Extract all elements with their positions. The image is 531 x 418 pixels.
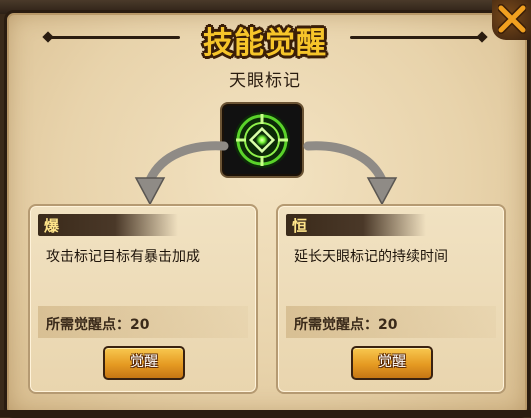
requirement-strip: 所需觉醒点：20	[286, 306, 496, 338]
awaken-option-duration: 恒 延长天眼标记的持续时间 所需觉醒点：20 觉醒	[276, 204, 506, 394]
option-badge-bar: 恒	[286, 214, 426, 236]
title-ornament-right	[476, 31, 488, 43]
skill-name: 天眼标记	[229, 71, 301, 91]
awaken-button[interactable]: 觉醒	[351, 346, 433, 380]
branch-arrow-right	[303, 141, 398, 206]
skill-icon[interactable]	[222, 104, 302, 176]
awaken-button[interactable]: 觉醒	[103, 346, 185, 380]
option-description: 攻击标记目标有暴击加成	[46, 249, 200, 265]
option-badge: 爆	[44, 217, 60, 235]
title-divider-right	[350, 36, 482, 39]
branch-arrow-left	[134, 141, 229, 206]
awaken-points-required: 所需觉醒点：20	[46, 317, 150, 333]
close-icon	[498, 4, 526, 34]
title-divider-left	[48, 36, 180, 39]
title-bar: 技能觉醒	[0, 14, 531, 61]
eye-target-icon	[234, 112, 290, 168]
option-badge: 恒	[292, 217, 308, 235]
option-description: 延长天眼标记的持续时间	[294, 249, 448, 265]
title-ornament-left	[42, 31, 54, 43]
close-button[interactable]	[492, 0, 531, 40]
window-title: 技能觉醒	[203, 26, 327, 61]
option-badge-bar: 爆	[38, 214, 178, 236]
bottom-strip	[0, 410, 531, 417]
awaken-option-crit: 爆 攻击标记目标有暴击加成 所需觉醒点：20 觉醒	[28, 204, 258, 394]
requirement-strip: 所需觉醒点：20	[38, 306, 248, 338]
awaken-points-required: 所需觉醒点：20	[294, 317, 398, 333]
